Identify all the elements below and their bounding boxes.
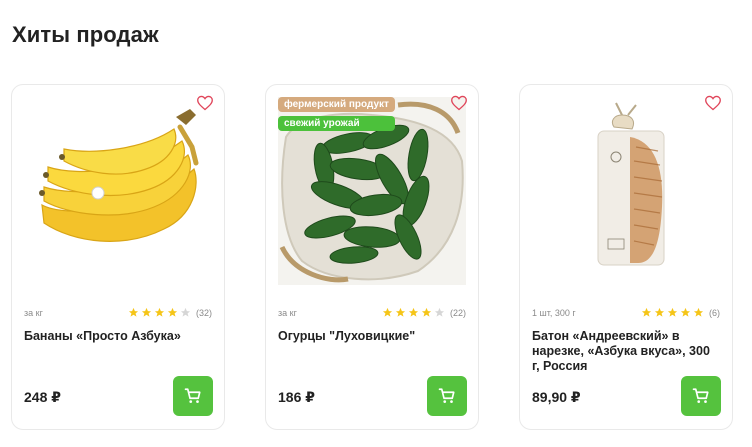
star-icon xyxy=(654,307,665,317)
product-rating: (6) xyxy=(641,307,720,318)
product-price: 89,90 ₽ xyxy=(532,389,581,405)
product-price: 186 ₽ xyxy=(278,389,315,405)
add-to-cart-button[interactable] xyxy=(681,376,721,416)
product-rating: (22) xyxy=(382,307,466,318)
cart-icon xyxy=(438,388,455,403)
review-count: (22) xyxy=(449,307,466,318)
product-card[interactable]: за кг (32) Бананы «Просто Азбука» 248 ₽ xyxy=(11,84,225,430)
badge-fresh: свежий урожай xyxy=(278,116,395,131)
product-image-bananas[interactable] xyxy=(24,97,212,285)
star-icon xyxy=(167,307,178,317)
badge-farm: фермерский продукт xyxy=(278,97,395,112)
product-rating: (32) xyxy=(128,307,212,318)
section-title: Хиты продаж xyxy=(12,22,159,47)
add-to-cart-button[interactable] xyxy=(427,376,467,416)
product-unit: за кг xyxy=(24,307,43,318)
star-icon xyxy=(693,307,704,317)
product-card[interactable]: 1 шт, 300 г (6) Батон «Андреевский» в на… xyxy=(519,84,733,430)
star-empty-icon xyxy=(180,307,191,317)
favorite-heart-icon[interactable] xyxy=(196,95,214,111)
product-unit: 1 шт, 300 г xyxy=(532,307,576,318)
product-price: 248 ₽ xyxy=(24,389,61,405)
star-icon xyxy=(408,307,419,317)
product-name[interactable]: Батон «Андреевский» в нарезке, «Азбука в… xyxy=(532,329,718,374)
star-icon xyxy=(680,307,691,317)
cart-icon xyxy=(184,388,201,403)
star-icon xyxy=(421,307,432,317)
star-icon xyxy=(395,307,406,317)
product-name[interactable]: Бананы «Просто Азбука» xyxy=(24,329,210,344)
review-count: (6) xyxy=(709,307,720,318)
product-card[interactable]: фермерский продукт свежий урожай за кг (… xyxy=(265,84,479,430)
star-icon xyxy=(141,307,152,317)
star-icon xyxy=(667,307,678,317)
product-unit: за кг xyxy=(278,307,297,318)
product-name[interactable]: Огурцы "Луховицкие" xyxy=(278,329,464,344)
product-list: за кг (32) Бананы «Просто Азбука» 248 ₽ xyxy=(11,84,733,430)
product-image-bread[interactable] xyxy=(532,97,720,285)
product-badges: фермерский продукт свежий урожай xyxy=(278,97,395,131)
cart-icon xyxy=(692,388,709,403)
star-icon xyxy=(154,307,165,317)
star-icon xyxy=(641,307,652,317)
review-count: (32) xyxy=(195,307,212,318)
favorite-heart-icon[interactable] xyxy=(450,95,468,111)
favorite-heart-icon[interactable] xyxy=(704,95,722,111)
star-icon xyxy=(128,307,139,317)
star-empty-icon xyxy=(434,307,445,317)
add-to-cart-button[interactable] xyxy=(173,376,213,416)
star-icon xyxy=(382,307,393,317)
